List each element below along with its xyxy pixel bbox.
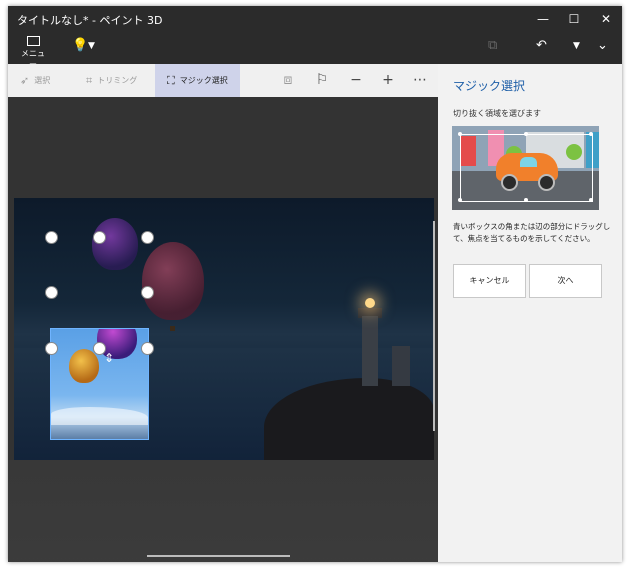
folder-icon [26,36,40,46]
vertical-scrollbar[interactable] [433,221,435,431]
preview-handle [524,132,528,136]
crop-tool[interactable]: ⌗ トリミング [86,64,137,97]
preview-handle [589,132,593,136]
canvas-reflection [8,460,438,562]
select-handle-left[interactable] [45,286,58,299]
more-icon[interactable]: ⋯ [410,64,430,97]
select-handle-right[interactable] [141,286,154,299]
resize-cursor-icon: ⇕ [104,351,115,365]
select-label: 選択 [34,76,51,85]
preview-handle [458,132,462,136]
select-tool[interactable]: ➶ 選択 [20,64,50,97]
lighthouse [362,316,378,386]
tower [392,346,410,386]
close-button[interactable]: ✕ [590,6,622,32]
maximize-button[interactable]: ☐ [558,6,590,32]
menu-button[interactable]: メニュー [18,34,48,69]
command-bar: ➶ 選択 ⌗ トリミング ⛶ マジック選択 ⧈ ⚐ − + ⋯ [8,64,438,98]
more-chevron-icon[interactable]: ▼ [573,41,580,51]
magic-select-panel: マジック選択 切り抜く領域を選びます 青いボックスの角または辺の部分にドラッグし… [438,64,622,562]
top-toolbar: メニュー 💡 ▼ ⧉ ↶ ▼ ⌄ [8,32,622,69]
window-title: タイトルなし* - ペイント 3D [17,14,163,27]
balloon-basket [170,326,175,331]
flag-icon[interactable]: ⚐ [312,64,332,97]
expand-chevron-icon[interactable]: ⌄ [597,38,608,53]
select-handle-bottom-right[interactable] [141,342,154,355]
select-handle-top[interactable] [93,231,106,244]
cloud [51,407,148,425]
preview-selection-box [460,134,593,202]
magic-select-icon: ⛶ [167,74,175,87]
title-bar: タイトルなし* - ペイント 3D — ☐ ✕ [8,6,622,32]
balloon-purple [92,218,138,270]
preview-handle [458,198,462,202]
magic-select-label: マジック選択 [179,76,228,85]
minimize-button[interactable]: — [527,6,559,32]
balloon-red [142,242,204,320]
magic-select-tool[interactable]: ⛶ マジック選択 [155,64,240,97]
next-button[interactable]: 次へ [529,264,602,298]
panel-instruction: 切り抜く領域を選びます [453,109,541,118]
paint3d-window: タイトルなし* - ペイント 3D — ☐ ✕ メニュー 💡 ▼ ⧉ ↶ ▼ ⌄… [8,6,622,562]
panel-description: 青いボックスの角または辺の部分にドラッグして、焦点を当てるものを示してください。 [453,222,611,243]
lighthouse-light [365,298,375,308]
cancel-button[interactable]: キャンセル [453,264,526,298]
undo-icon[interactable]: ↶ [536,38,547,53]
zoom-in-icon[interactable]: + [378,64,398,97]
crop-label: トリミング [97,76,138,85]
canvas-area[interactable]: ⇕ [8,97,438,562]
zoom-out-icon[interactable]: − [346,64,366,97]
select-handle-bottom-left[interactable] [45,342,58,355]
3d-view-icon[interactable]: ⧈ [278,64,298,97]
magic-select-preview-image [452,126,599,210]
preview-handle [589,198,593,202]
crop-icon: ⌗ [86,74,93,87]
horizontal-scrollbar[interactable] [147,555,290,557]
cursor-icon: ➶ [20,74,30,87]
preview-handle [524,198,528,202]
panel-title: マジック選択 [453,79,526,93]
balloon-yellow [69,349,99,383]
select-handle-top-left[interactable] [45,231,58,244]
paste-icon[interactable]: ⧉ [488,38,497,53]
chevron-down-icon[interactable]: ▼ [88,41,95,51]
idea-bulb-icon[interactable]: 💡 [72,38,88,53]
select-handle-top-right[interactable] [141,231,154,244]
